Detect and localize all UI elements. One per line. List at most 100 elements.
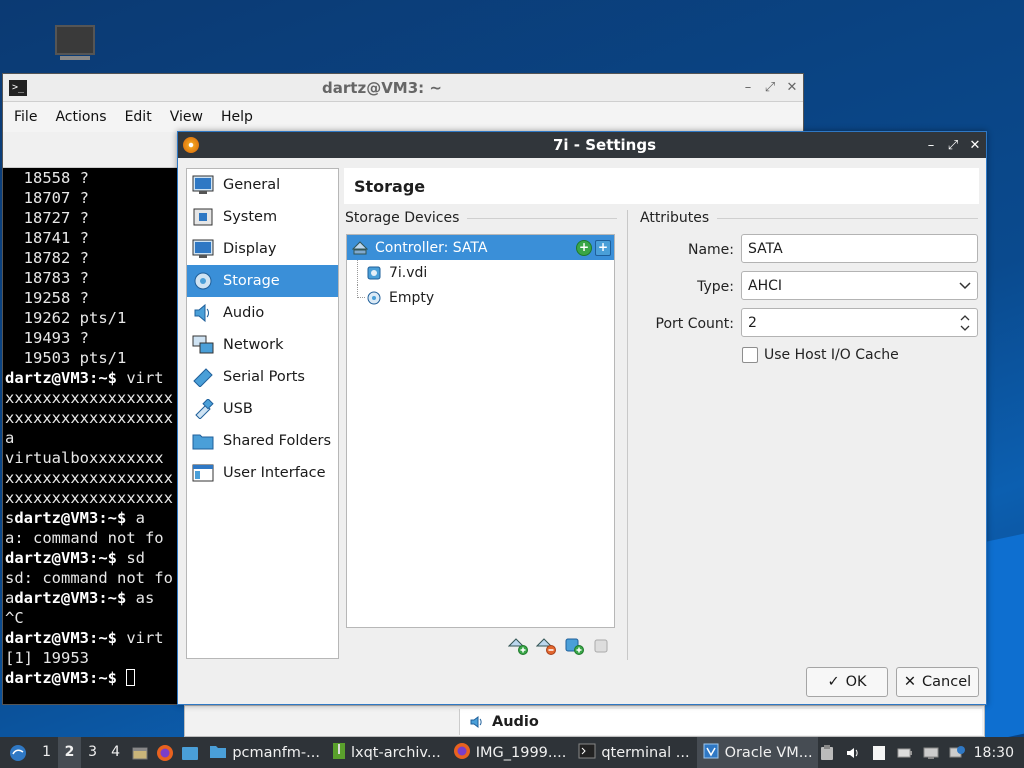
sidebar-item-usb[interactable]: USB bbox=[187, 393, 338, 425]
tree-item-empty[interactable]: Empty bbox=[347, 285, 614, 310]
workspace-2[interactable]: 2 bbox=[58, 737, 82, 768]
sidebar-item-label: General bbox=[223, 177, 281, 193]
sidebar-item-shared-folders[interactable]: Shared Folders bbox=[187, 425, 338, 457]
folder-icon bbox=[209, 743, 227, 763]
serial-ports-icon bbox=[191, 366, 215, 388]
clock[interactable]: 18:30 bbox=[974, 745, 1014, 761]
remove-controller-icon[interactable] bbox=[536, 636, 556, 656]
port-count-label: Port Count: bbox=[655, 316, 735, 332]
menu-file[interactable]: File bbox=[5, 109, 46, 125]
show-desktop-icon[interactable] bbox=[127, 745, 152, 761]
cancel-button[interactable]: ✕ Cancel bbox=[896, 667, 979, 697]
battery-icon[interactable] bbox=[896, 744, 914, 762]
sidebar-item-user-interface[interactable]: User Interface bbox=[187, 457, 338, 489]
workspace-4[interactable]: 4 bbox=[104, 737, 127, 768]
sidebar-item-audio[interactable]: Audio bbox=[187, 297, 338, 329]
terminal-titlebar[interactable]: >_ dartz@VM3: ~ – ⤢ ✕ bbox=[3, 74, 803, 102]
firefox-icon bbox=[453, 742, 471, 764]
file-manager-launcher-icon[interactable] bbox=[177, 745, 202, 761]
controller-icon bbox=[351, 240, 369, 256]
sidebar-item-label: Network bbox=[223, 337, 284, 353]
task-label: pcmanfm-... bbox=[232, 744, 320, 761]
x-icon: ✕ bbox=[903, 674, 917, 690]
sidebar-item-storage[interactable]: Storage bbox=[187, 265, 338, 297]
desktop-computer-icon[interactable] bbox=[55, 25, 95, 61]
name-input[interactable]: SATA bbox=[741, 234, 978, 263]
add-attachment-icon[interactable] bbox=[564, 636, 584, 656]
workspace-1[interactable]: 1 bbox=[35, 737, 58, 768]
display-icon bbox=[191, 238, 215, 260]
close-icon[interactable]: ✕ bbox=[964, 138, 986, 153]
task-list: pcmanfm-... lxqt-archiv... IMG_1999.... qte… bbox=[202, 737, 818, 768]
settings-dialog: 7i - Settings – ⤢ ✕ General System Display… bbox=[177, 131, 987, 705]
type-select[interactable]: AHCI bbox=[741, 271, 978, 300]
task-button[interactable]: lxqt-archiv... bbox=[327, 737, 446, 768]
dialog-titlebar[interactable]: 7i - Settings – ⤢ ✕ bbox=[178, 132, 986, 158]
volume-icon[interactable] bbox=[844, 744, 862, 762]
notes-icon[interactable] bbox=[870, 744, 888, 762]
maximize-icon[interactable]: ⤢ bbox=[942, 138, 964, 153]
sidebar-item-system[interactable]: System bbox=[187, 201, 338, 233]
shared-folders-icon bbox=[191, 430, 215, 452]
add-optical-drive-icon[interactable]: + bbox=[576, 239, 592, 256]
clipboard-icon[interactable] bbox=[818, 744, 836, 762]
type-label: Type: bbox=[697, 279, 734, 295]
menu-actions[interactable]: Actions bbox=[46, 109, 115, 125]
sidebar-item-label: USB bbox=[223, 401, 253, 417]
network-icon[interactable] bbox=[922, 744, 940, 762]
add-hard-disk-icon[interactable]: + bbox=[595, 239, 611, 256]
sidebar-item-display[interactable]: Display bbox=[187, 233, 338, 265]
workspace-3[interactable]: 3 bbox=[81, 737, 104, 768]
task-button[interactable]: pcmanfm-... bbox=[204, 737, 325, 768]
menu-help[interactable]: Help bbox=[212, 109, 262, 125]
sidebar-item-label: Display bbox=[223, 241, 277, 257]
chevron-down-icon bbox=[959, 281, 971, 289]
task-button[interactable]: Oracle VM... bbox=[696, 737, 818, 768]
taskbar: 1234 pcmanfm-... lxqt-archiv... IMG_1999..… bbox=[0, 737, 1024, 768]
terminal-title: dartz@VM3: ~ bbox=[322, 78, 442, 97]
terminal-menubar: File Actions Edit View Help bbox=[3, 102, 803, 132]
port-count-spinbox[interactable]: 2 bbox=[741, 308, 978, 337]
sidebar-item-label: Shared Folders bbox=[223, 433, 332, 449]
underlying-settings-window: Audio bbox=[184, 705, 985, 737]
sidebar-item-general[interactable]: General bbox=[187, 169, 338, 201]
task-button[interactable]: IMG_1999.... bbox=[448, 737, 572, 768]
attributes-label: Attributes bbox=[640, 210, 978, 226]
close-icon[interactable]: ✕ bbox=[781, 80, 803, 95]
sidebar-item-label: User Interface bbox=[223, 465, 326, 481]
tree-controller-sata[interactable]: Controller: SATA + + bbox=[347, 235, 614, 260]
sidebar-item-serial-ports[interactable]: Serial Ports bbox=[187, 361, 338, 393]
workspace-switcher: 1234 bbox=[35, 737, 127, 768]
dialog-title: 7i - Settings bbox=[552, 136, 657, 154]
terminal-icon: >_ bbox=[9, 79, 27, 96]
host-io-cache-label[interactable]: Use Host I/O Cache bbox=[764, 347, 899, 363]
update-notifier-icon[interactable] bbox=[948, 744, 966, 762]
host-io-cache-checkbox[interactable] bbox=[742, 347, 758, 363]
tree-item-7i-vdi[interactable]: 7i.vdi bbox=[347, 260, 614, 285]
virtualbox-gear-icon bbox=[183, 137, 199, 153]
panel-separator bbox=[627, 210, 628, 660]
maximize-icon[interactable]: ⤢ bbox=[759, 80, 781, 95]
sidebar-item-network[interactable]: Network bbox=[187, 329, 338, 361]
menu-edit[interactable]: Edit bbox=[116, 109, 161, 125]
page-title: Storage bbox=[344, 168, 979, 204]
system-tray: 18:30 bbox=[818, 744, 1024, 762]
task-label: qterminal ... bbox=[601, 744, 690, 761]
task-button[interactable]: qterminal ... bbox=[573, 737, 694, 768]
menu-view[interactable]: View bbox=[161, 109, 212, 125]
storage-tree[interactable]: Controller: SATA + + 7i.vdi Empty bbox=[346, 234, 615, 628]
lxqt-logo-icon bbox=[9, 744, 26, 761]
start-menu-button[interactable] bbox=[4, 743, 31, 763]
archive-icon bbox=[332, 742, 346, 764]
ok-button[interactable]: ✓ OK bbox=[806, 667, 888, 697]
spin-arrows-icon[interactable] bbox=[959, 313, 971, 333]
add-controller-icon[interactable] bbox=[508, 636, 528, 656]
minimize-icon[interactable]: – bbox=[920, 138, 942, 153]
underlying-window-strip: Audio bbox=[459, 709, 982, 735]
terminal-icon bbox=[578, 743, 596, 763]
task-label: IMG_1999.... bbox=[475, 744, 567, 761]
firefox-launcher-icon[interactable] bbox=[152, 744, 177, 762]
minimize-icon[interactable]: – bbox=[737, 80, 759, 95]
name-label: Name: bbox=[687, 242, 734, 258]
underlying-strip-label: Audio bbox=[492, 714, 539, 730]
